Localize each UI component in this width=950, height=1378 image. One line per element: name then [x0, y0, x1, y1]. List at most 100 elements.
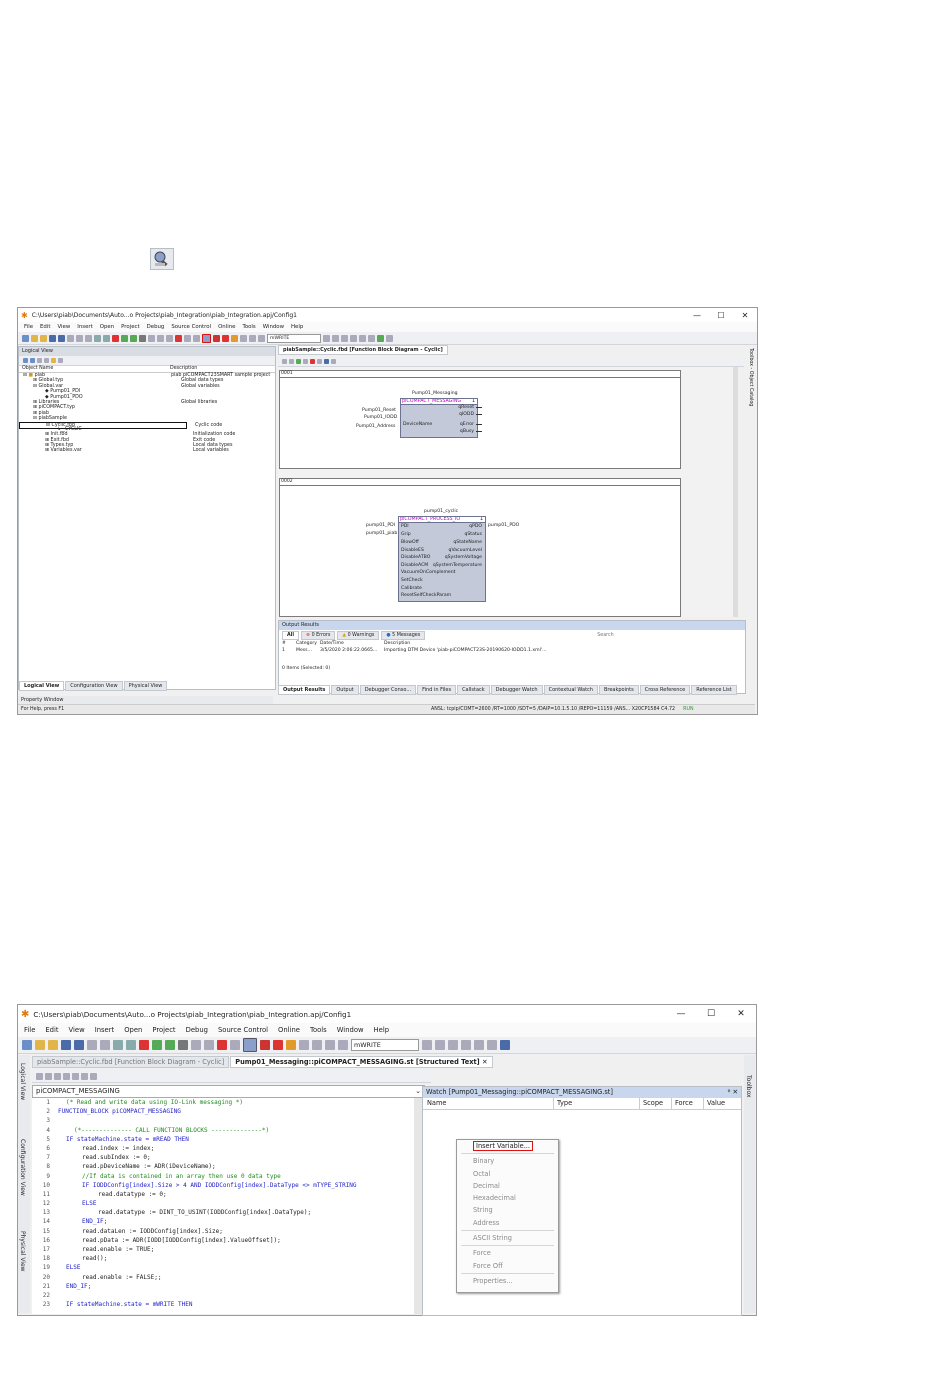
minimize-button[interactable]: — — [666, 1009, 696, 1019]
tab-logical-view[interactable]: Logical View — [19, 681, 65, 691]
column-header[interactable]: Category — [296, 640, 320, 647]
tool-icon[interactable] — [323, 334, 330, 342]
variable-combo[interactable]: mWRITE — [351, 1039, 419, 1051]
context-menu-item[interactable]: Octal — [457, 1168, 558, 1180]
tool-icon[interactable] — [341, 334, 348, 342]
context-menu-item[interactable]: ASCII String — [457, 1232, 558, 1244]
power-icon[interactable] — [273, 1040, 283, 1050]
code-line[interactable]: 17 read.enable := TRUE; — [32, 1245, 422, 1254]
fbd-canvas[interactable]: 0001 Pump01_Messaging piCOMPACT_MESSAGIN… — [278, 367, 738, 617]
tool-icon[interactable] — [435, 1040, 445, 1050]
context-menu-item[interactable]: String — [457, 1204, 558, 1216]
open-icon[interactable] — [35, 1040, 45, 1050]
tool-icon[interactable] — [45, 1072, 52, 1080]
menu-open[interactable]: Open — [124, 1026, 142, 1034]
watch-icon[interactable] — [243, 1038, 257, 1052]
open-folder-icon[interactable] — [40, 334, 47, 342]
search-input[interactable]: Search — [597, 633, 613, 638]
menu-insert[interactable]: Insert — [77, 324, 92, 330]
tab-reference-list[interactable]: Reference List — [691, 685, 737, 695]
description-column[interactable]: Description — [170, 366, 197, 372]
tool-icon[interactable] — [474, 1040, 484, 1050]
menu-insert[interactable]: Insert — [95, 1026, 115, 1034]
menu-project[interactable]: Project — [121, 324, 139, 330]
menu-file[interactable]: File — [24, 324, 33, 330]
monitor-icon[interactable] — [184, 334, 191, 342]
rebuild-icon[interactable] — [130, 334, 137, 342]
column-type[interactable]: Type — [554, 1098, 640, 1109]
context-menu-item[interactable]: Decimal — [457, 1180, 558, 1192]
close-icon[interactable]: ᵠ ✕ — [728, 1087, 741, 1098]
close-button[interactable]: ✕ — [733, 311, 757, 320]
menu-debug[interactable]: Debug — [147, 324, 165, 330]
code-line[interactable]: 7 read.subIndex := 0; — [32, 1153, 422, 1162]
new-icon[interactable] — [22, 334, 29, 342]
code-line[interactable]: 12 ELSE — [32, 1199, 422, 1208]
tab-output-results[interactable]: Output Results — [278, 685, 331, 695]
code-line[interactable]: 14 END_IF; — [32, 1217, 422, 1226]
layout-icon[interactable] — [249, 334, 256, 342]
copy-icon[interactable] — [100, 1040, 110, 1050]
menu-open[interactable]: Open — [100, 324, 114, 330]
redo-icon[interactable] — [126, 1040, 136, 1050]
column-header[interactable]: Description — [384, 640, 410, 647]
undo-icon[interactable] — [113, 1040, 123, 1050]
tool-icon[interactable] — [448, 1040, 458, 1050]
code-line[interactable]: 1 (* Read and write data using IO-Link me… — [32, 1098, 422, 1107]
window-icon[interactable] — [258, 334, 265, 342]
cut-icon[interactable] — [67, 334, 74, 342]
tool-icon[interactable] — [282, 359, 287, 364]
menu-window[interactable]: Window — [263, 324, 284, 330]
tab-cross-reference[interactable]: Cross Reference — [639, 685, 691, 695]
context-menu-item[interactable]: Force — [457, 1247, 558, 1259]
window-icon[interactable] — [325, 1040, 335, 1050]
tool-icon[interactable] — [368, 334, 375, 342]
code-line[interactable]: 23 IF stateMachine.state = mWRITE THEN — [32, 1300, 422, 1309]
build-icon[interactable] — [121, 334, 128, 342]
tab-debugger-watch[interactable]: Debugger Watch — [490, 685, 543, 695]
save-all-icon[interactable] — [58, 334, 65, 342]
tool-icon[interactable] — [422, 1040, 432, 1050]
menu-source-control[interactable]: Source Control — [218, 1026, 268, 1034]
tool-icon[interactable] — [310, 359, 315, 364]
code-line[interactable]: 8 read.pDeviceName := ADR(iDeviceName); — [32, 1162, 422, 1171]
context-menu-item[interactable]: Force Off — [457, 1260, 558, 1272]
stop-icon[interactable] — [175, 334, 182, 342]
save-icon[interactable] — [49, 334, 56, 342]
tool-icon[interactable] — [386, 334, 393, 342]
tool-icon[interactable] — [90, 1072, 97, 1080]
code-line[interactable]: 21 END_IF; — [32, 1282, 422, 1291]
tool-icon[interactable] — [36, 1072, 43, 1080]
menu-online[interactable]: Online — [278, 1026, 300, 1034]
tab-find-in-files[interactable]: Find in Files — [417, 685, 457, 695]
filter-warnings[interactable]: ▲ 0 Warnings — [337, 630, 380, 640]
code-line[interactable]: 9 //If data is contained in an array then… — [32, 1172, 422, 1181]
code-line[interactable]: 16 read.pData := ADR(IODD[IODDConfig[inde… — [32, 1236, 422, 1245]
code-line[interactable]: 22 — [32, 1291, 422, 1300]
menu-tools[interactable]: Tools — [242, 324, 255, 330]
settings-icon[interactable] — [299, 1040, 309, 1050]
object-name-column[interactable]: Object Name — [19, 366, 170, 372]
menu-tools[interactable]: Tools — [310, 1026, 327, 1034]
new-icon[interactable] — [22, 1040, 32, 1050]
tool-icon[interactable] — [331, 359, 336, 364]
bookmark-icon[interactable] — [166, 334, 173, 342]
code-line[interactable]: 15 read.dataLen := IODDConfig[index].Size… — [32, 1227, 422, 1236]
editor-scrollbar[interactable] — [414, 1098, 422, 1314]
code-line[interactable]: 3 — [32, 1116, 422, 1125]
menu-source-control[interactable]: Source Control — [171, 324, 211, 330]
open-icon[interactable] — [31, 334, 38, 342]
tool-icon[interactable] — [37, 358, 42, 363]
find-icon[interactable] — [191, 1040, 201, 1050]
stop-icon[interactable] — [217, 1040, 227, 1050]
warm-restart-icon[interactable] — [286, 1040, 296, 1050]
tool-icon[interactable] — [303, 359, 308, 364]
menu-edit[interactable]: Edit — [40, 324, 50, 330]
menu-project[interactable]: Project — [152, 1026, 175, 1034]
code-line[interactable]: 10 IF IODDConfig[index].Size > 4 AND IODD… — [32, 1181, 422, 1190]
tool-icon[interactable] — [72, 1072, 79, 1080]
tab-messaging-st[interactable]: Pump01_Messaging::piCOMPACT_MESSAGING.st… — [230, 1056, 493, 1068]
tab-breakpoints[interactable]: Breakpoints — [598, 685, 639, 695]
context-menu-item[interactable]: Insert Variable... — [457, 1140, 558, 1152]
column-name[interactable]: Name — [423, 1098, 554, 1109]
